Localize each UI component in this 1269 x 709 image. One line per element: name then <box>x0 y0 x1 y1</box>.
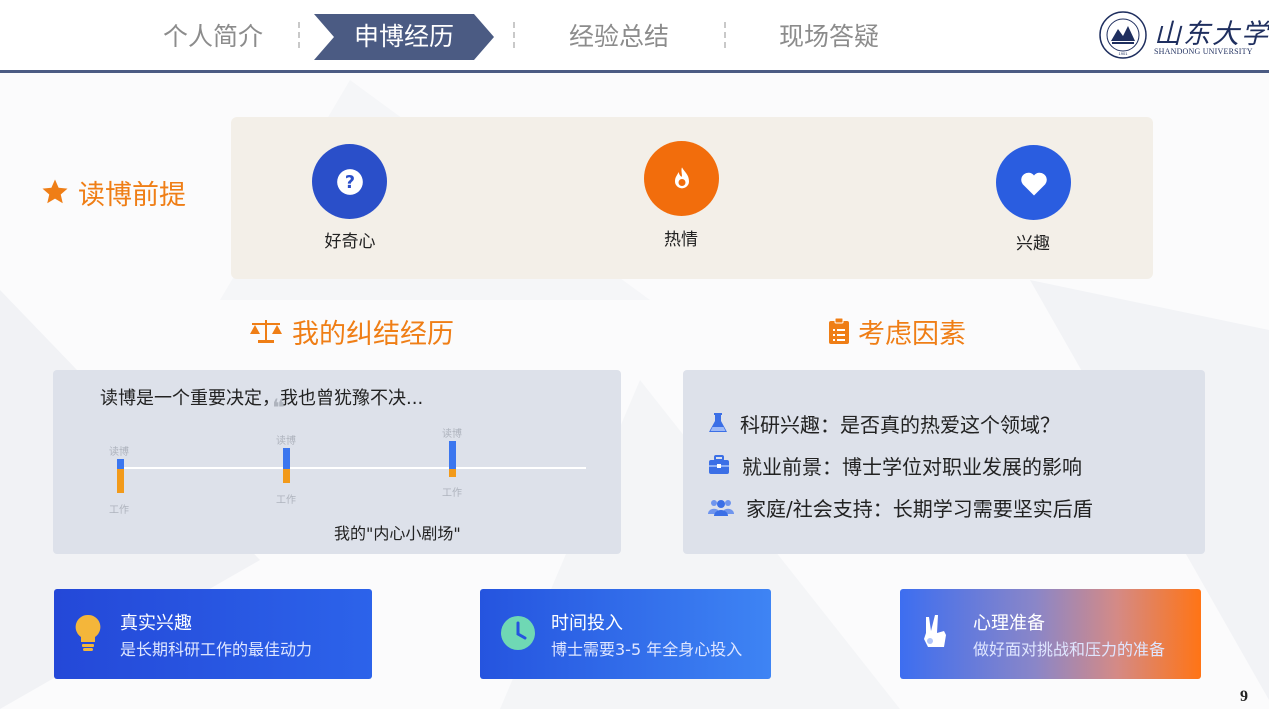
timeline-axis <box>119 467 586 469</box>
timeline-label-phd: 读博 <box>276 436 296 447</box>
factors-title: 考虑因素 <box>858 318 966 350</box>
header-divider <box>0 70 1269 73</box>
struggle-quote: 读博是一个重要决定，我也曾犹豫不决... <box>100 388 424 409</box>
card-title: 心理准备 <box>973 613 1045 634</box>
card-title: 时间投入 <box>551 613 623 634</box>
timeline-bar-work <box>283 469 290 483</box>
nav-separator <box>513 22 515 48</box>
timeline-bar-work <box>117 469 124 493</box>
passion-circle <box>644 141 719 216</box>
nav-tab-profile[interactable]: 个人简介 <box>148 14 278 60</box>
timeline-label-phd: 读博 <box>442 429 462 440</box>
factor-item: 家庭/社会支持：长期学习需要坚实后盾 <box>708 493 1093 521</box>
struggle-heading: 我的纠结经历 <box>248 313 454 350</box>
page-number: 9 <box>1240 688 1248 705</box>
factors-heading: 考虑因素 <box>828 313 966 350</box>
clock-icon <box>498 613 538 653</box>
scale-icon <box>250 320 282 343</box>
timeline-bar-phd <box>117 459 124 469</box>
card-real-interest: 真实兴趣 是长期科研工作的最佳动力 <box>54 589 372 679</box>
interest-label: 兴趣 <box>1016 234 1050 254</box>
flask-icon <box>709 413 727 432</box>
star-icon <box>42 179 68 204</box>
card-subtitle: 是长期科研工作的最佳动力 <box>120 640 313 659</box>
interest-circle <box>996 145 1071 220</box>
card-time-commitment: 时间投入 博士需要3-5 年全身心投入 <box>480 589 771 679</box>
university-seal-icon: 1901 <box>1099 11 1147 59</box>
heart-icon <box>1020 172 1047 195</box>
nav-tab-phd-experience[interactable]: 申博经历 <box>314 14 494 60</box>
card-mental-preparation: 心理准备 做好面对挑战和压力的准备 <box>900 589 1201 679</box>
users-icon <box>708 500 734 516</box>
question-icon: ? <box>336 168 363 195</box>
timeline-bar-phd <box>283 448 290 469</box>
curiosity-circle: ? <box>312 144 387 219</box>
university-logo: 1901 山东大学 SHANDONG UNIVERSITY <box>1098 10 1268 62</box>
fire-icon <box>674 166 689 188</box>
timeline-bar-phd <box>449 441 456 469</box>
peace-hand-icon <box>916 613 956 653</box>
card-title: 真实兴趣 <box>120 613 192 634</box>
factor-item: 科研兴趣：是否真的热爱这个领域？ <box>708 409 1060 437</box>
logo-name-en: SHANDONG UNIVERSITY <box>1154 47 1253 56</box>
premise-title: 读博前提 <box>78 179 186 211</box>
timeline-label-work: 工作 <box>442 488 462 499</box>
svg-text:?: ? <box>344 172 354 192</box>
logo-name-cn: 山东大学 <box>1154 19 1269 50</box>
quote-mark-icon: ❝ <box>272 394 285 422</box>
factor-item: 就业前景：博士学位对职业发展的影响 <box>708 451 1082 479</box>
premise-heading: 读博前提 <box>40 172 186 212</box>
timeline-label-work: 工作 <box>109 505 129 516</box>
nav-tab-qa[interactable]: 现场答疑 <box>764 14 894 60</box>
passion-label: 热情 <box>664 230 698 250</box>
lightbulb-icon <box>68 613 108 653</box>
svg-text:1901: 1901 <box>1119 51 1129 56</box>
card-subtitle: 博士需要3-5 年全身心投入 <box>551 640 743 659</box>
nav-separator <box>724 22 726 48</box>
briefcase-icon <box>709 455 729 474</box>
timeline-label-phd: 读博 <box>109 447 129 458</box>
timeline-label-work: 工作 <box>276 495 296 506</box>
clipboard-icon <box>829 317 849 344</box>
inner-theater-caption: 我的"内心小剧场" <box>334 524 461 543</box>
curiosity-label: 好奇心 <box>324 232 376 252</box>
card-subtitle: 做好面对挑战和压力的准备 <box>973 640 1166 659</box>
timeline-bar-work <box>449 469 456 477</box>
nav-separator <box>298 22 300 48</box>
struggle-title: 我的纠结经历 <box>292 318 454 350</box>
nav-tab-summary[interactable]: 经验总结 <box>554 14 684 60</box>
top-navigation: 个人简介 申博经历 经验总结 现场答疑 1901 山东大学 SHANDONG U… <box>0 0 1269 72</box>
